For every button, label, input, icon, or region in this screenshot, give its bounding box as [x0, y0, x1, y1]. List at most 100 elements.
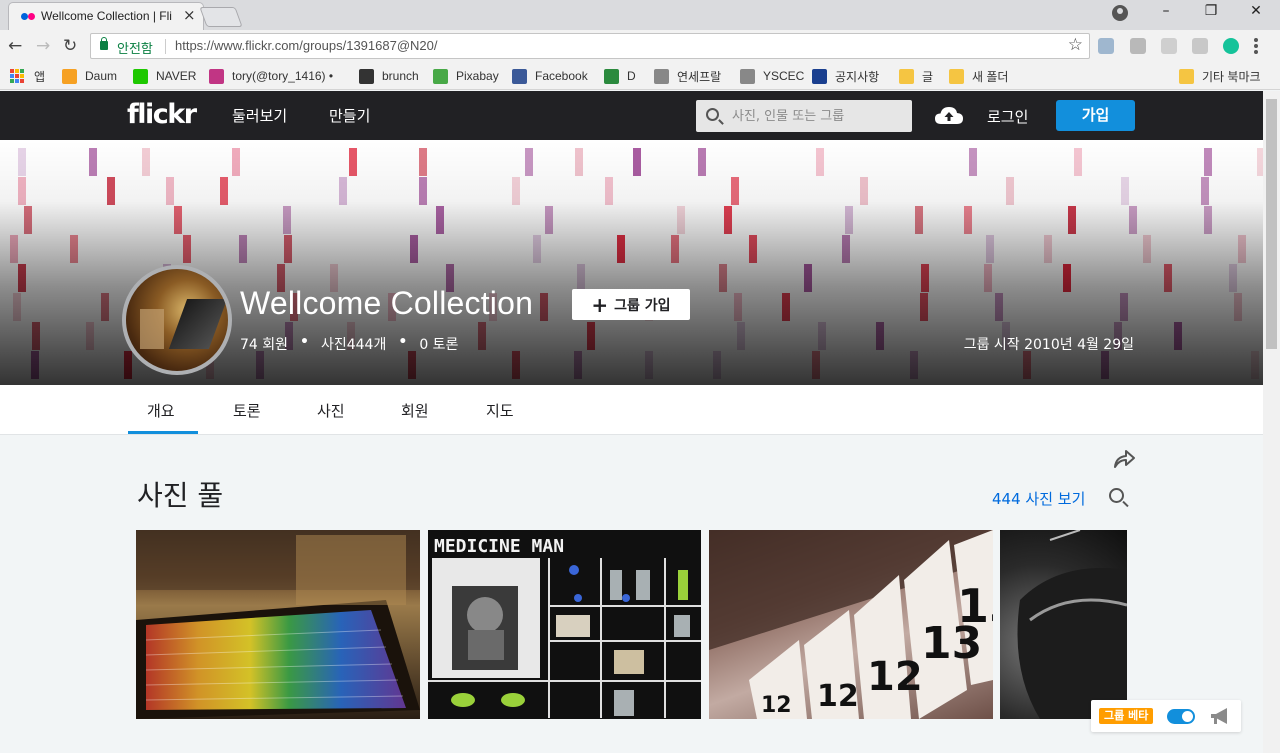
photo-pool-title: 사진 풀 [137, 479, 224, 512]
address-bar[interactable]: 안전함 https://www.flickr.com/groups/139168… [90, 33, 1090, 59]
new-tab-button[interactable] [199, 7, 243, 27]
bookmark-label: 공지사항 [835, 69, 880, 84]
restore-button[interactable]: ❐ [1199, 3, 1223, 19]
bookmark-item[interactable]: 앱 [10, 67, 45, 85]
window-close-button[interactable]: ✕ [1244, 3, 1268, 19]
megaphone-icon[interactable] [1209, 707, 1233, 725]
bookmark-favicon-icon [133, 68, 148, 84]
bookmark-item[interactable]: D [604, 67, 636, 85]
group-stats: 74 회원 • 사진444개 • 0 토론 [240, 334, 458, 354]
bookmark-label: YSCEC [763, 69, 805, 83]
bookmark-item[interactable]: tory(@tory_1416) • [209, 67, 333, 85]
omnibox-divider [165, 39, 166, 54]
bookmark-favicon-icon [949, 68, 964, 84]
back-button[interactable]: ← [8, 36, 22, 56]
bookmark-item[interactable]: 연세프랄 [654, 67, 721, 85]
bookmark-item[interactable]: Daum [62, 67, 117, 85]
bookmark-item[interactable]: 글 [899, 67, 933, 85]
bookmark-favicon-icon [604, 68, 619, 84]
tab-members[interactable]: 회원 [401, 400, 429, 421]
bookmark-item[interactable]: Pixabay [433, 67, 499, 85]
bookmark-label: 연세프랄 [677, 69, 722, 84]
stat-separator: • [398, 334, 408, 350]
bookmark-item[interactable]: 새 폴더 [949, 67, 1008, 85]
beta-toggle[interactable] [1167, 709, 1195, 724]
bookmark-label: 기타 북마크 [1202, 69, 1261, 84]
share-icon[interactable] [1112, 446, 1136, 470]
tab-discussions[interactable]: 토론 [233, 400, 261, 421]
pool-photo-2[interactable]: MEDICINE MAN [428, 530, 701, 719]
pool-photo-4[interactable] [1000, 530, 1127, 719]
nav-create[interactable]: 만들기 [329, 105, 370, 126]
menu-kebab-icon[interactable] [1254, 38, 1258, 54]
minimize-button[interactable]: – [1154, 3, 1178, 19]
bookmark-label: brunch [382, 69, 419, 83]
tab-photos[interactable]: 사진 [317, 400, 345, 421]
bookmark-label: tory(@tory_1416) • [232, 69, 334, 83]
page-scrollbar[interactable] [1263, 91, 1280, 753]
group-title: Wellcome Collection [240, 285, 534, 321]
bookmark-label: NAVER [156, 69, 197, 83]
bookmark-favicon-icon [740, 68, 755, 84]
page-viewport: flickr 둘러보기 만들기 로그인 가입 Wellcome Collecti… [0, 91, 1263, 753]
browser-tab[interactable]: Wellcome Collection | Fli × [8, 2, 204, 30]
search-input[interactable] [732, 100, 908, 132]
bookmark-favicon-icon [62, 68, 77, 84]
bookmark-label: D [627, 69, 636, 83]
grammarly-extension-icon[interactable] [1223, 38, 1239, 54]
beta-label: 그룹 베타 [1099, 708, 1154, 724]
apps-grid-icon [10, 69, 24, 83]
flickr-header: flickr 둘러보기 만들기 로그인 가입 [0, 91, 1263, 140]
medicine-man-text: MEDICINE MAN [434, 536, 564, 557]
bookmark-item[interactable]: brunch [359, 67, 419, 85]
bookmarks-bar: 앱 Daum NAVER tory(@tory_1416) • brunch Pixaba… [0, 62, 1280, 90]
browser-tabstrip: Wellcome Collection | Fli × – ❐ ✕ [0, 0, 1280, 30]
scrollbar-thumb[interactable] [1266, 99, 1277, 349]
upload-cloud-icon[interactable] [934, 105, 964, 125]
flickr-logo[interactable]: flickr [127, 99, 197, 130]
pool-photo-3[interactable]: 12 12 12 13 13 [709, 530, 993, 719]
members-count[interactable]: 74 회원 [240, 334, 288, 354]
bookmark-item[interactable]: Facebook [512, 67, 588, 85]
group-since: 그룹 시작 2010년 4월 29일 [963, 337, 1134, 353]
download-extension-icon[interactable] [1098, 38, 1114, 54]
group-avatar [122, 265, 232, 375]
bookmark-label: 글 [922, 69, 934, 84]
tab-title: Wellcome Collection | Fli [41, 9, 172, 23]
join-group-button[interactable]: + 그룹 가입 [572, 289, 690, 320]
secure-label: 안전함 [117, 42, 153, 57]
pool-search-icon[interactable] [1109, 488, 1124, 503]
tab-close-icon[interactable]: × [183, 6, 196, 24]
pool-photo-1[interactable] [136, 530, 420, 719]
drawer-number: 13 [957, 579, 993, 633]
login-link[interactable]: 로그인 [987, 106, 1028, 127]
tab-map[interactable]: 지도 [486, 400, 514, 421]
join-group-label: 그룹 가입 [614, 297, 671, 314]
reader-extension-icon[interactable] [1192, 38, 1208, 54]
bookmark-favicon-icon [899, 68, 914, 84]
reload-button[interactable]: ↻ [63, 36, 77, 56]
bookmark-item[interactable]: NAVER [133, 67, 196, 85]
discussions-count[interactable]: 0 토론 [419, 334, 458, 354]
bookmark-item[interactable]: 공지사항 [812, 67, 879, 85]
signup-button[interactable]: 가입 [1056, 100, 1135, 131]
photos-count[interactable]: 사진444개 [321, 334, 386, 354]
search-box[interactable] [696, 100, 912, 132]
drawer-number: 12 [867, 654, 923, 700]
view-all-photos-link[interactable]: 444 사진 보기 [992, 488, 1085, 509]
nav-explore[interactable]: 둘러보기 [232, 105, 287, 126]
tab-overview[interactable]: 개요 [147, 400, 175, 421]
browser-toolbar: ← → ↻ 안전함 https://www.flickr.com/groups/… [0, 30, 1280, 62]
url-text[interactable]: https://www.flickr.com/groups/1391687@N2… [175, 38, 438, 53]
bookmark-item[interactable]: YSCEC [740, 67, 804, 85]
info-extension-icon[interactable] [1130, 38, 1146, 54]
profile-icon[interactable] [1112, 5, 1128, 21]
drawer-number: 12 [761, 693, 792, 718]
bookmark-label: 새 폴더 [972, 69, 1009, 84]
cast-extension-icon[interactable] [1161, 38, 1177, 54]
bookmark-star-icon[interactable]: ☆ [1068, 35, 1083, 55]
bookmark-favicon-icon [512, 68, 527, 84]
forward-button[interactable]: → [36, 36, 50, 56]
search-icon [706, 108, 719, 121]
bookmark-item[interactable]: 기타 북마크 [1179, 67, 1261, 85]
